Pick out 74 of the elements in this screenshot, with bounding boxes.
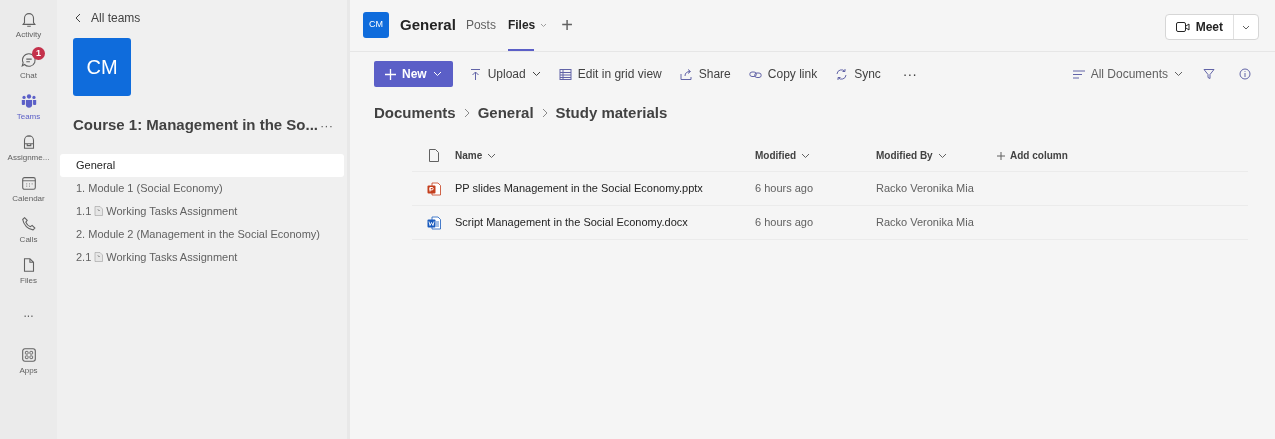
more-actions-button[interactable]: ··· <box>902 63 917 85</box>
breadcrumb-link[interactable]: General <box>477 101 534 125</box>
add-column-button[interactable]: Add column <box>997 148 1068 163</box>
caret-icon <box>1174 71 1183 77</box>
rail-phone-button[interactable]: Calls <box>0 215 57 245</box>
word-file-icon <box>426 215 441 230</box>
all-teams-link[interactable]: All teams <box>75 9 141 27</box>
modified-cell: 6 hours ago <box>755 216 814 229</box>
phone-icon <box>19 215 38 233</box>
calendar-icon <box>19 174 38 192</box>
back-icon <box>75 13 81 23</box>
upload-icon <box>468 67 482 81</box>
chevron-right-icon <box>541 108 548 118</box>
powerpoint-file-icon <box>426 181 441 196</box>
file-type-icon <box>428 149 439 162</box>
team-name: Course 1: Management in the So... <box>73 115 319 135</box>
people-icon <box>19 92 38 110</box>
column-header[interactable]: Modified <box>755 148 811 163</box>
info-icon[interactable] <box>1239 68 1251 80</box>
rail-apps-button[interactable]: Apps <box>0 346 57 376</box>
tab[interactable]: Posts <box>465 0 496 51</box>
link-button[interactable]: Copy link <box>748 65 818 83</box>
rail-teams-button[interactable]: Teams <box>0 92 57 122</box>
column-header[interactable]: Modified By <box>876 148 947 163</box>
list-icon <box>1072 69 1085 79</box>
rail-file-button[interactable]: Files <box>0 256 57 286</box>
sync-button[interactable]: Sync <box>835 65 881 83</box>
page-icon <box>94 252 104 262</box>
caret-icon <box>801 152 811 159</box>
grid-button[interactable]: Edit in grid view <box>558 65 662 83</box>
channel-item[interactable]: 2. Module 2 (Management in the Social Economy) <box>60 222 344 246</box>
upload-button[interactable]: Upload <box>468 65 541 83</box>
modified-by-cell: Racko Veronika Mia <box>876 182 974 195</box>
rail-calendar-button[interactable]: Calendar <box>0 174 57 204</box>
new-button[interactable]: New <box>374 61 453 87</box>
page-icon <box>94 206 104 216</box>
rail-more-button[interactable]: ... <box>0 297 57 329</box>
plus-icon <box>997 151 1005 160</box>
caret-icon <box>487 152 497 159</box>
channel-item[interactable]: 2.1 Working Tasks Assignment <box>60 245 344 269</box>
column-header[interactable]: Name <box>455 148 497 163</box>
plus-icon <box>385 68 396 80</box>
apps-icon <box>19 346 38 364</box>
grid-icon <box>558 67 572 81</box>
caret-icon <box>432 71 442 77</box>
file-name-link[interactable]: PP slides Management in the Social Economy.pptx <box>455 180 703 197</box>
notification-badge: 1 <box>32 47 45 60</box>
breadcrumb-link[interactable]: Study materials <box>555 101 668 125</box>
channel-item[interactable]: 1.1 Working Tasks Assignment <box>60 199 344 223</box>
rail-bell-button[interactable]: Activity <box>0 10 57 40</box>
rail-backpack-button[interactable]: Assignme... <box>0 133 57 163</box>
modified-by-cell: Racko Veronika Mia <box>876 216 974 229</box>
share-icon <box>679 67 693 81</box>
file-name-link[interactable]: Script Management in the Social Economy.docx <box>455 214 688 231</box>
caret-icon <box>937 152 947 159</box>
tab[interactable]: Files <box>507 0 548 51</box>
modified-cell: 6 hours ago <box>755 182 814 195</box>
sync-icon <box>835 67 849 81</box>
channel-name: General <box>400 14 456 35</box>
more-options-button[interactable]: ··· <box>320 115 333 135</box>
breadcrumb-link[interactable]: Documents <box>374 101 456 125</box>
team-avatar: CM <box>73 38 131 96</box>
filter-icon[interactable] <box>1203 68 1215 80</box>
chat-icon <box>19 51 38 69</box>
bell-icon <box>19 10 38 28</box>
channel-item[interactable]: 1. Module 1 (Social Economy) <box>60 176 344 200</box>
share-button[interactable]: Share <box>679 65 731 83</box>
chevron-right-icon <box>463 108 470 118</box>
video-camera-icon <box>1175 22 1190 32</box>
channel-avatar: CM <box>363 12 389 38</box>
view-selector[interactable]: All Documents <box>1072 65 1183 83</box>
channel-item[interactable]: General <box>60 153 344 177</box>
add-tab-button[interactable]: + <box>561 10 573 40</box>
caret-icon <box>1242 24 1250 30</box>
